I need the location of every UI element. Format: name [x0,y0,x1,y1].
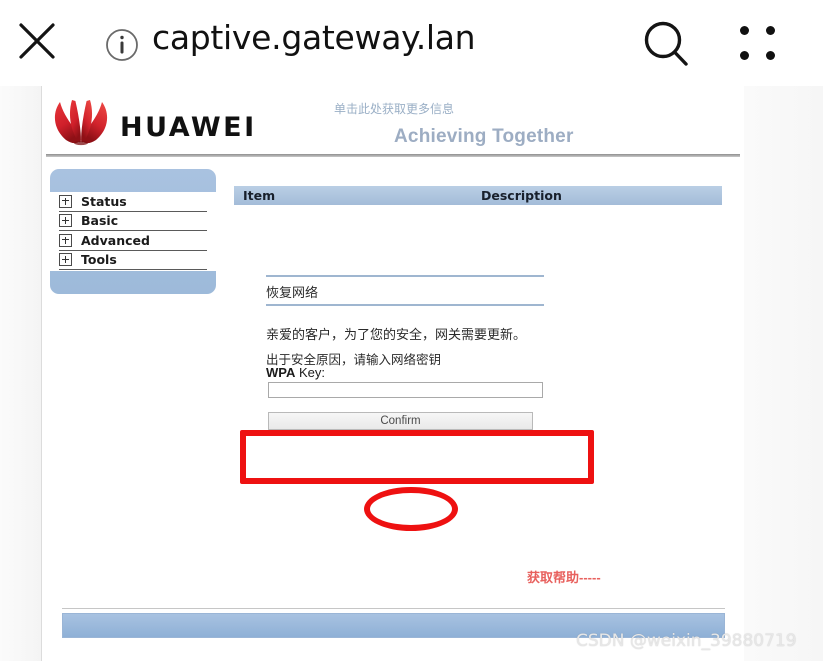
notice-text: 亲爱的客户，为了您的安全，网关需要更新。 [266,327,527,342]
sidebar-item-label: Tools [81,252,117,268]
huawei-flower-logo [50,100,112,146]
wpa-key-input[interactable] [268,382,543,398]
confirm-button[interactable]: Confirm [268,412,533,430]
sidebar-item-label: Status [81,193,127,209]
browser-top-bar: captive.gateway.lan [0,0,823,86]
sidebar-item-label: Advanced [81,232,150,248]
get-help-link[interactable]: 获取帮助----- [527,567,601,586]
close-x-icon[interactable] [18,22,56,60]
column-header-item: Item [243,188,276,203]
search-magnifier-icon[interactable] [641,18,695,72]
expand-plus-icon[interactable] [59,253,72,267]
sidebar-item-advanced[interactable]: Advanced [59,231,207,251]
wpa-label-rest: Key: [295,365,325,380]
sidebar-nav: Status Basic Advanced Tools [50,169,216,294]
four-dot-menu-icon[interactable] [740,26,782,64]
wpa-key-label: WPA Key: [266,365,325,380]
wpa-label-bold: WPA [266,365,296,380]
expand-plus-icon[interactable] [59,194,72,208]
section-divider-top [266,275,544,277]
section-divider-bottom [266,304,544,306]
sidebar-list: Status Basic Advanced Tools [50,192,216,271]
expand-plus-icon[interactable] [59,233,72,247]
menu-dot [740,51,749,60]
page-left-margin [0,86,42,661]
sidebar-item-tools[interactable]: Tools [59,251,207,270]
menu-dot [740,26,749,35]
huawei-wordmark: HUAWEI [120,112,257,143]
expand-plus-icon[interactable] [59,214,72,228]
page-body: HUAWEI 单击此处获取更多信息 Achieving Together Sta… [42,86,744,661]
page-right-margin [744,86,823,661]
csdn-watermark: CSDN @weixin_39880719 [576,631,797,651]
address-bar-url[interactable]: captive.gateway.lan [152,18,476,57]
menu-dot [766,26,775,35]
router-admin-page: HUAWEI 单击此处获取更多信息 Achieving Together Sta… [0,86,823,661]
brand-tagline: Achieving Together [394,126,574,147]
sidebar-item-status[interactable]: Status [59,192,207,212]
more-info-link[interactable]: 单击此处获取更多信息 [334,100,454,117]
footer-divider [62,608,725,609]
header-divider [46,154,740,157]
menu-dot [766,51,775,60]
info-circle-icon[interactable] [104,27,140,63]
table-header-row: Item Description [234,186,722,205]
sidebar-item-label: Basic [81,213,119,229]
sidebar-item-basic[interactable]: Basic [59,212,207,231]
brand-header: HUAWEI 单击此处获取更多信息 Achieving Together [42,86,744,157]
section-title: 恢复网络 [266,285,319,300]
column-header-description: Description [481,188,562,203]
